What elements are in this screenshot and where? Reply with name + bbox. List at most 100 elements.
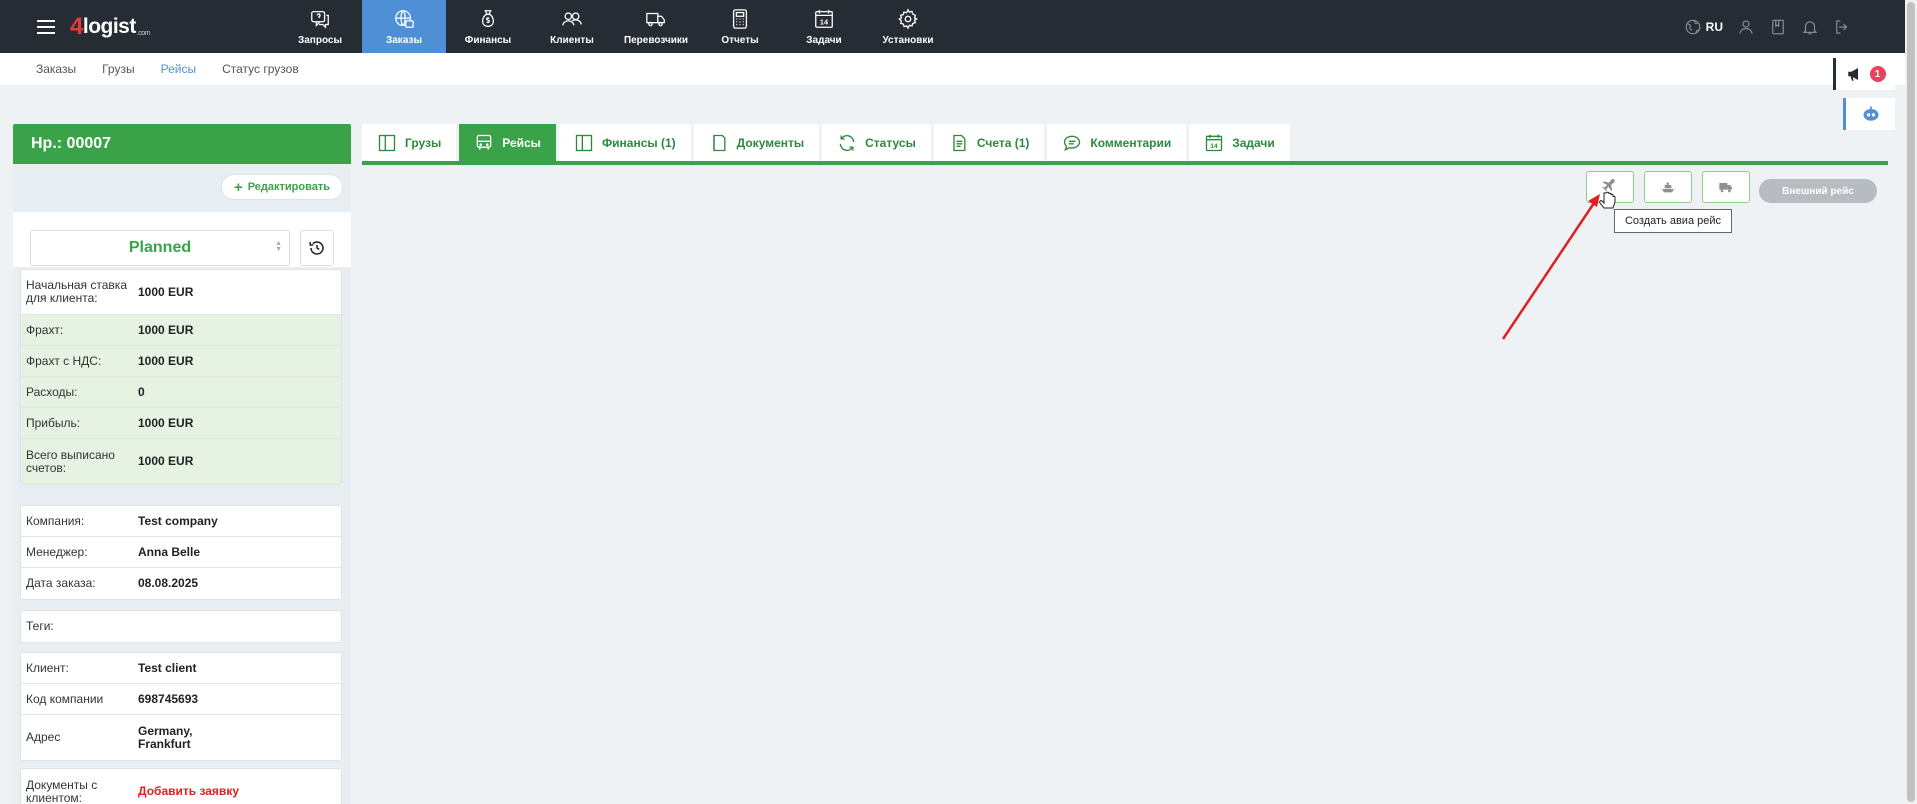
svg-text:14: 14 <box>820 17 829 26</box>
money-bag-icon <box>481 9 495 27</box>
calculator-icon <box>732 8 748 29</box>
globe-icon <box>1685 19 1700 34</box>
columns-icon <box>575 134 593 151</box>
table-row: Адрес Germany, Frankfurt <box>26 723 193 751</box>
truck-icon <box>1719 183 1732 193</box>
company-card: Компания: Test company Менеджер: Anna Bell… <box>20 505 342 600</box>
top-navbar: 4 logist .com Запросы Заказы Финансы Клиен… <box>0 0 1905 53</box>
client-card: Клиент: Test client Код компании 698745693… <box>20 652 342 761</box>
nav-item-settings[interactable]: Установки <box>866 0 950 53</box>
nav-item-label: Клиенты <box>550 34 594 46</box>
nav-item-requests[interactable]: Запросы <box>278 0 362 53</box>
table-row: Менеджер: Anna Belle <box>21 537 341 568</box>
document-icon <box>712 134 726 151</box>
nav-item-label: Запросы <box>297 34 343 46</box>
truck-icon <box>646 12 665 26</box>
nav-item-label: Задачи <box>806 34 842 46</box>
tags-card: Теги: <box>20 610 342 643</box>
calendar-icon: 14 <box>1206 134 1223 151</box>
announcements-button[interactable]: 1 <box>1833 58 1895 90</box>
sub-navigation: Заказы Грузы Рейсы Статус грузов <box>0 53 1905 85</box>
status-select[interactable]: Planned ▲ ▼ <box>30 230 290 266</box>
logout-icon[interactable] <box>1833 18 1851 36</box>
tab-statuses[interactable]: Статусы <box>822 124 931 161</box>
nav-item-label: Перевозчики <box>623 34 689 46</box>
robot-icon <box>1863 106 1878 121</box>
edit-button-label: Редактировать <box>247 181 330 193</box>
tab-trips[interactable]: Рейсы <box>459 124 556 161</box>
table-row: Документы с клиентом: Добавить заявку <box>26 777 239 804</box>
order-tabs: Грузы Рейсы Финансы (1) Документы Статус… <box>362 124 1290 164</box>
history-icon <box>309 241 324 255</box>
notification-badge: 1 <box>1869 66 1886 82</box>
status-box: Planned ▲ ▼ <box>13 212 351 267</box>
table-row: Фрахт с НДС: 1000 EUR <box>21 346 341 377</box>
order-sidebar: Нр.: 00007 + Редактировать Planned ▲ ▼ На… <box>13 124 351 804</box>
tab-cargo[interactable]: Грузы <box>362 124 457 161</box>
ship-icon <box>1662 182 1674 193</box>
logo[interactable]: 4 logist .com <box>70 0 220 53</box>
order-number-header: Нр.: 00007 <box>13 124 351 164</box>
calendar-icon: 14 <box>815 9 833 28</box>
table-row: Код компании 698745693 <box>21 684 341 715</box>
table-row: Прибыль: 1000 EUR <box>21 408 341 439</box>
language-label: RU <box>1705 19 1723 34</box>
nav-item-label: Установки <box>882 34 934 46</box>
refresh-icon <box>839 134 855 151</box>
select-arrows-icon: ▲ ▼ <box>275 240 282 253</box>
external-trip-button[interactable]: Внешний рейс <box>1759 179 1877 203</box>
create-air-trip-button[interactable] <box>1586 171 1634 203</box>
add-application-link[interactable]: Добавить заявку <box>138 785 239 798</box>
invoice-icon <box>953 134 966 151</box>
tab-finance[interactable]: Финансы (1) <box>558 124 691 161</box>
nav-item-finance[interactable]: Финансы <box>446 0 530 53</box>
bell-icon[interactable] <box>1801 18 1819 36</box>
subnav-item-cargo[interactable]: Грузы <box>102 62 135 76</box>
create-sea-trip-button[interactable] <box>1644 171 1692 203</box>
tab-comments[interactable]: Комментарии <box>1047 124 1187 161</box>
language-switcher[interactable]: RU <box>1684 18 1723 36</box>
nav-item-clients[interactable]: Клиенты <box>530 0 614 53</box>
scrollbar-thumb[interactable] <box>1907 2 1915 802</box>
status-history-button[interactable] <box>300 230 334 266</box>
table-row: Компания: Test company <box>21 506 341 537</box>
trips-content <box>362 165 1888 645</box>
nav-item-label: Отчеты <box>721 34 759 46</box>
status-value: Planned <box>128 239 192 256</box>
table-row: Дата заказа: 08.08.2025 <box>26 576 199 590</box>
globe-cart-icon <box>395 9 414 28</box>
documents-card: Документы с клиентом: Добавить заявку <box>20 768 342 804</box>
vertical-scrollbar[interactable] <box>1905 0 1917 804</box>
svg-text:14: 14 <box>1211 143 1219 150</box>
subnav-item-cargo-status[interactable]: Статус грузов <box>222 62 299 76</box>
nav-item-orders[interactable]: Заказы <box>362 0 446 53</box>
book-icon[interactable] <box>1769 18 1787 36</box>
plane-icon <box>1602 179 1616 192</box>
plus-icon: + <box>233 178 243 196</box>
tab-invoices[interactable]: Счета (1) <box>933 124 1045 161</box>
gear-icon <box>898 8 919 29</box>
subnav-item-orders[interactable]: Заказы <box>36 62 76 76</box>
table-row: Всего выписано счетов: 1000 EUR <box>21 439 341 484</box>
table-row: Клиент: Test client <box>21 653 341 684</box>
subnav-item-trips[interactable]: Рейсы <box>161 62 196 76</box>
question-chat-icon <box>311 10 329 29</box>
nav-item-carriers[interactable]: Перевозчики <box>614 0 698 53</box>
menu-icon[interactable] <box>24 0 68 53</box>
comment-icon <box>1064 135 1081 151</box>
table-row: Теги: <box>26 619 54 633</box>
table-row: Начальная ставка для клиента: 1000 EUR <box>21 270 341 315</box>
tooltip: Создать авиа рейс <box>1614 209 1732 233</box>
nav-item-tasks[interactable]: 14 Задачи <box>782 0 866 53</box>
nav-item-reports[interactable]: Отчеты <box>698 0 782 53</box>
table-row: Фрахт: 1000 EUR <box>21 315 341 346</box>
tab-tasks[interactable]: 14 Задачи <box>1189 124 1290 161</box>
chatbot-button[interactable] <box>1843 98 1895 130</box>
tab-documents[interactable]: Документы <box>693 124 820 161</box>
user-icon[interactable] <box>1737 18 1755 36</box>
columns-icon <box>378 134 396 151</box>
megaphone-icon <box>1847 68 1858 81</box>
bus-icon <box>476 134 492 150</box>
edit-order-button[interactable]: + Редактировать <box>220 174 343 200</box>
create-road-trip-button[interactable] <box>1702 171 1750 203</box>
